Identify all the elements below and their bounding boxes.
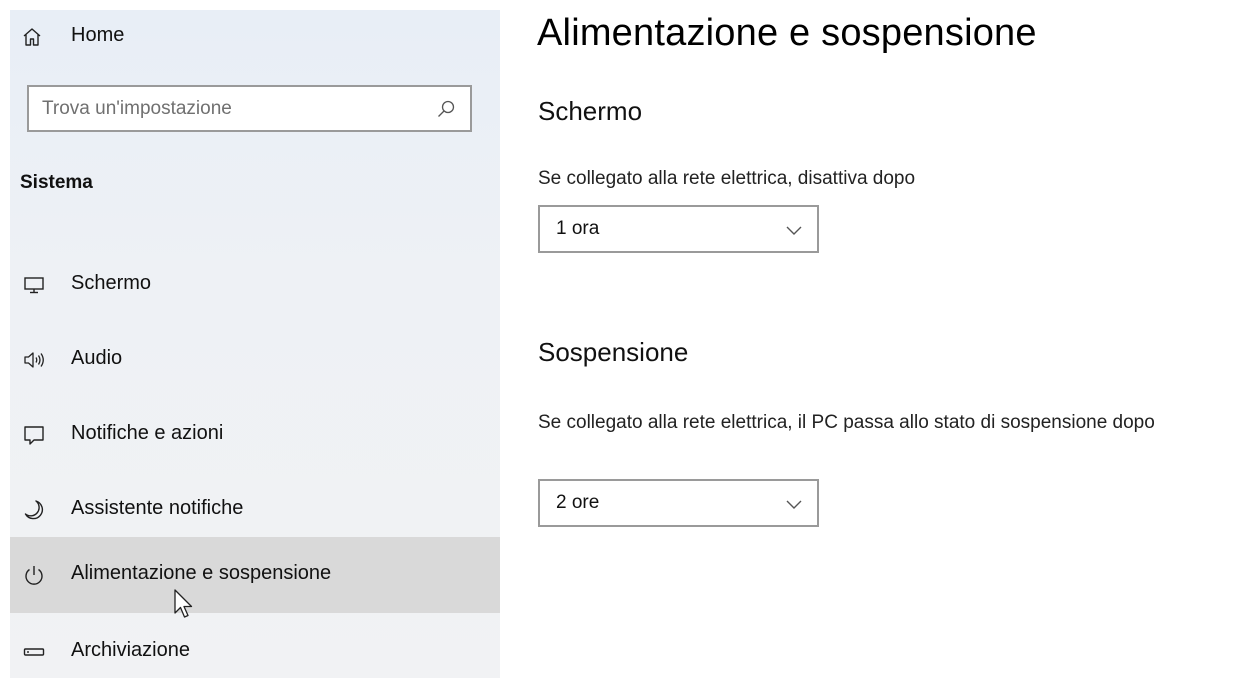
sidebar-item-notifiche[interactable]: Notifiche e azioni [10, 397, 500, 473]
sidebar-item-archiviazione[interactable]: Archiviazione [10, 614, 500, 678]
storage-icon [23, 648, 45, 656]
chevron-down-icon [786, 500, 802, 509]
chevron-down-icon [786, 226, 802, 235]
page-title: Alimentazione e sospensione [537, 12, 1037, 54]
sleep-description: Se collegato alla rete elettrica, il PC … [538, 412, 1155, 433]
home-icon [23, 28, 41, 46]
section-title: Sistema [20, 172, 93, 193]
sidebar-item-alimentazione[interactable]: Alimentazione e sospensione [10, 537, 500, 613]
home-label: Home [71, 24, 125, 46]
sidebar-item-label: Schermo [71, 272, 152, 294]
screen-description: Se collegato alla rete elettrica, disatt… [538, 168, 916, 189]
sidebar-item-audio[interactable]: Audio [10, 322, 500, 398]
notification-icon [24, 426, 44, 445]
sidebar-item-label: Audio [71, 347, 123, 369]
monitor-icon [24, 277, 44, 294]
search-input[interactable] [29, 87, 470, 130]
settings-window: Home Sistema Schermo [0, 0, 1238, 678]
home-nav-item[interactable]: Home [10, 10, 500, 62]
speaker-icon [24, 352, 44, 368]
sleep-timeout-dropdown[interactable]: 2 ore [538, 479, 819, 527]
sidebar-item-schermo[interactable]: Schermo [10, 247, 500, 323]
sidebar-item-label: Assistente notifiche [71, 497, 244, 519]
sleep-timeout-value: 2 ore [556, 492, 600, 513]
power-icon [25, 566, 43, 585]
search-box[interactable] [27, 85, 472, 132]
screen-timeout-dropdown[interactable]: 1 ora [538, 205, 819, 253]
sidebar: Home Sistema Schermo [10, 10, 500, 678]
screen-timeout-value: 1 ora [556, 218, 600, 239]
sleep-heading: Sospensione [538, 337, 689, 367]
sidebar-item-label: Alimentazione e sospensione [71, 562, 332, 584]
sidebar-item-label: Notifiche e azioni [71, 422, 224, 444]
sidebar-item-label: Archiviazione [71, 639, 190, 661]
search-icon[interactable] [436, 99, 456, 119]
moon-icon [24, 500, 44, 520]
screen-heading: Schermo [538, 96, 643, 126]
